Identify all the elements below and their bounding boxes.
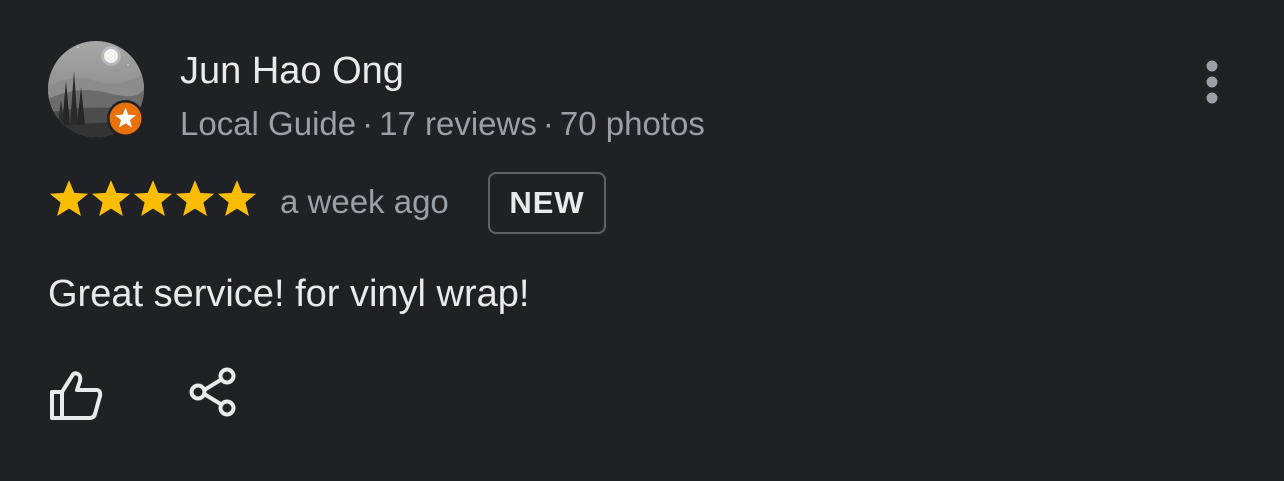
thumbs-up-icon xyxy=(50,371,103,420)
photo-count: 70 photos xyxy=(559,105,705,142)
like-button[interactable] xyxy=(44,366,108,426)
review-card: Jun Hao Ong Local Guide · 17 reviews · 70 ph… xyxy=(0,0,1284,481)
meta-separator: · xyxy=(362,105,374,142)
review-count: 17 reviews xyxy=(379,105,537,142)
review-text: Great service! for vinyl wrap! xyxy=(48,273,530,315)
local-guide-star-badge-icon xyxy=(107,100,144,137)
author-name[interactable]: Jun Hao Ong xyxy=(180,48,404,94)
star-icon xyxy=(217,180,257,217)
rating-stars xyxy=(48,176,258,220)
star-icon xyxy=(91,180,131,217)
local-guide-label: Local Guide xyxy=(180,105,357,142)
more-options-button[interactable] xyxy=(1188,56,1236,108)
more-vertical-icon xyxy=(1206,60,1218,104)
review-date: a week ago xyxy=(280,183,449,220)
star-icon xyxy=(49,180,89,217)
star-rating xyxy=(48,176,258,222)
star-icon xyxy=(175,180,215,217)
share-icon xyxy=(189,367,236,417)
share-button[interactable] xyxy=(184,364,244,424)
meta-separator: · xyxy=(542,105,554,142)
star-icon xyxy=(133,180,173,217)
local-guide-badge xyxy=(107,100,144,137)
new-badge: NEW xyxy=(488,172,606,234)
author-meta: Local Guide · 17 reviews · 70 photos xyxy=(180,104,705,144)
